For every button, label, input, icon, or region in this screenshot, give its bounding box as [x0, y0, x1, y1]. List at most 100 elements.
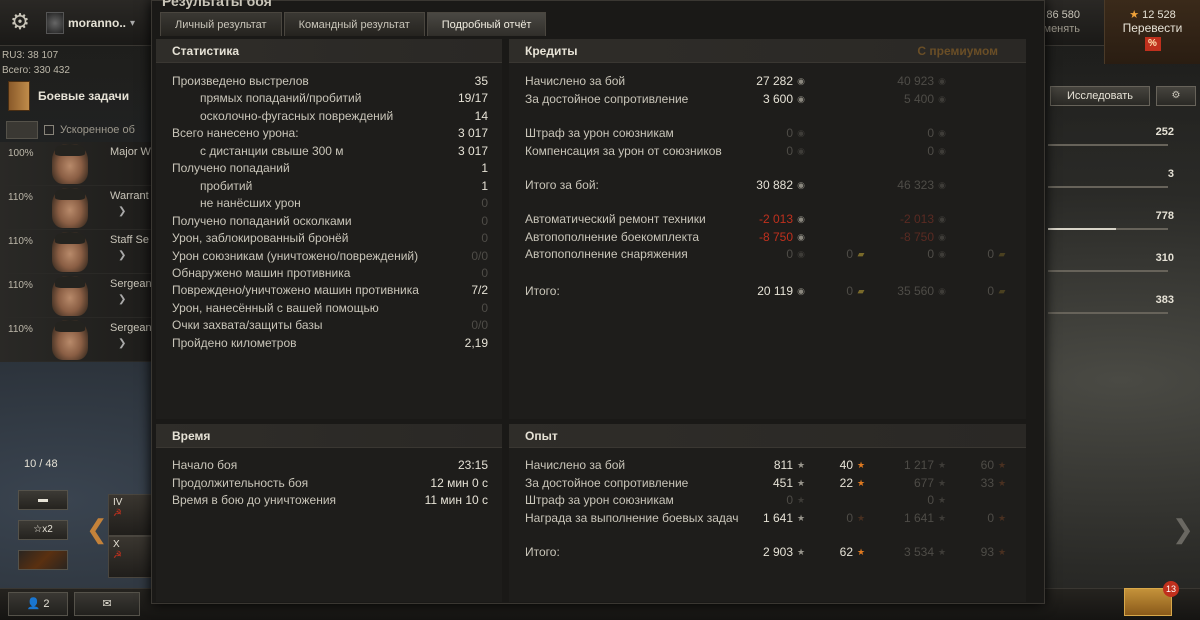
- xp-star-icon: ★: [796, 547, 806, 557]
- credits-value: 0: [786, 126, 793, 140]
- stat-label: Урон союзникам (уничтожено/повреждений): [172, 248, 419, 263]
- crew-member[interactable]: 100% Major W: [0, 142, 152, 186]
- xp-label: За достойное сопротивление: [525, 476, 689, 490]
- premium-xp-value: 3 534: [903, 545, 934, 559]
- discount-badge: %: [1144, 37, 1161, 51]
- credits-icon: ◉: [938, 128, 946, 138]
- credits-icon: ◉: [797, 76, 805, 86]
- credits-value: 27 282: [756, 74, 793, 88]
- rank-chevron-icon: ❯: [118, 206, 127, 217]
- xp-star-icon: ★: [937, 478, 947, 488]
- research-button[interactable]: Исследовать: [1050, 86, 1150, 106]
- vehicle-param: 3: [1048, 168, 1174, 188]
- tab-team[interactable]: Командный результат: [283, 12, 425, 36]
- accelerated-training[interactable]: Ускоренное об: [6, 120, 152, 140]
- xp-label: Штраф за урон союзникам: [525, 493, 674, 507]
- missions-button[interactable]: Боевые задачи: [8, 80, 150, 112]
- crew-member[interactable]: 110% Warrant ❯: [0, 186, 152, 230]
- credits-label: За достойное сопротивление: [525, 92, 689, 106]
- xp-label: Итого:: [525, 545, 560, 559]
- rating-line-1: RU3: 38 107: [2, 50, 59, 61]
- free-xp-block[interactable]: ★ 12 528 Перевести %: [1104, 0, 1200, 64]
- free-xp-value: 0: [846, 511, 853, 525]
- vehicle-slot[interactable]: X ☭: [108, 536, 152, 578]
- vehicle-param: 778: [1048, 210, 1174, 230]
- free-xp-value: 40: [839, 458, 853, 472]
- free-xp-star-icon: ★: [856, 547, 866, 557]
- param-value: 3: [1167, 168, 1174, 180]
- notifications-badge: 13: [1163, 581, 1179, 597]
- param-value: 310: [1155, 252, 1174, 264]
- personal-rating: RU3: 38 107 Всего: 330 432: [2, 48, 70, 78]
- tab-personal[interactable]: Личный результат: [160, 12, 282, 36]
- crew-member[interactable]: 110% Sergean ❯: [0, 274, 152, 318]
- experience-title: Опыт: [525, 429, 558, 443]
- credits-icon: ◉: [938, 76, 946, 86]
- premium-credits-value: -2 013: [899, 212, 934, 226]
- free-xp-star-icon: ★: [856, 513, 866, 523]
- vehicle-slot[interactable]: IV ☭: [108, 494, 152, 536]
- carousel-left-arrow-icon[interactable]: ❮: [86, 516, 108, 542]
- stat-label: не нанёсших урон: [200, 196, 301, 211]
- time-value: 11 мин 10 с: [424, 493, 488, 507]
- crew-member[interactable]: 110% Staff Se ❯: [0, 230, 152, 274]
- missions-book-icon: [8, 81, 30, 111]
- filter-button[interactable]: [18, 550, 68, 570]
- battle-results-dialog: Результаты боя Личный результат Командны…: [151, 0, 1045, 604]
- stat-label: осколочно-фугасных повреждений: [200, 108, 394, 123]
- chat-button[interactable]: ✉: [74, 592, 140, 616]
- settings-gear-icon[interactable]: ⚙: [8, 10, 32, 34]
- crew-portrait: [52, 232, 88, 272]
- credits-icon: ◉: [797, 94, 805, 104]
- param-value: 383: [1155, 294, 1174, 306]
- experience-section: Опыт Начислено за бой 811 ★ 40 ★ 1 217 ★ 60 ★ За …: [509, 424, 1026, 602]
- credits-label: Итого за бой:: [525, 178, 599, 192]
- rank-chevron-icon: ❯: [118, 250, 127, 261]
- credits-icon: ◉: [938, 232, 946, 242]
- credits-icon: ◉: [938, 286, 946, 296]
- tank-filter-button[interactable]: ▬: [18, 490, 68, 510]
- crew-rank: Sergean: [110, 278, 152, 290]
- carousel-right-arrow-icon[interactable]: ❯: [1172, 516, 1194, 542]
- stat-label: прямых попаданий/пробитий: [200, 91, 362, 106]
- param-fill: [1048, 228, 1116, 230]
- statistics-section: Статистика Произведено выстрелов 35 прямых…: [156, 39, 502, 419]
- accelerated-training-checkbox[interactable]: [44, 125, 54, 135]
- vehicle-param: 252: [1048, 126, 1174, 146]
- xp-value: 811: [773, 458, 793, 472]
- stat-label: Повреждено/уничтожено машин противника: [172, 283, 419, 298]
- xp-value: 1 641: [762, 511, 793, 525]
- convert-xp-label: Перевести: [1122, 21, 1183, 35]
- credits-icon: ◉: [938, 249, 946, 259]
- crew-member[interactable]: 110% Sergean ❯: [0, 318, 152, 362]
- xp-star-icon: ★: [796, 513, 806, 523]
- premium-xp-value: 0: [927, 493, 934, 507]
- stat-label: Урон, нанесённый с вашей помощью: [172, 300, 379, 315]
- credits-icon: ◉: [797, 232, 805, 242]
- platoon-button[interactable]: 👤 2: [8, 592, 68, 616]
- tab-detailed[interactable]: Подробный отчёт: [426, 12, 547, 36]
- credits-icon: ◉: [797, 128, 805, 138]
- vehicle-info-button[interactable]: ⚙: [1156, 86, 1196, 106]
- rating-line-2: Всего: 330 432: [2, 65, 70, 76]
- crew-list: 100% Major W 110% Warrant ❯ 110% Staff S…: [0, 142, 152, 362]
- player-menu[interactable]: moranno.. ▾: [46, 10, 138, 36]
- player-name: moranno..: [68, 16, 127, 30]
- crew-portrait: [52, 276, 88, 316]
- stat-value: 1: [481, 161, 488, 176]
- credits-value: -2 013: [758, 212, 793, 226]
- premium-credits-value: 0: [927, 247, 934, 261]
- credits-value: 20 119: [757, 284, 793, 298]
- crew-menu-button[interactable]: [6, 121, 38, 139]
- notifications-button[interactable]: 13: [1124, 581, 1179, 616]
- double-xp-filter-button[interactable]: ☆x2: [18, 520, 68, 540]
- person-icon: 👤: [26, 598, 41, 610]
- premium-credits-value: 46 323: [897, 178, 934, 192]
- stat-value: 3 017: [457, 126, 488, 141]
- free-xp-value: 22: [839, 476, 853, 490]
- credits-label: Начислено за бой: [525, 74, 626, 88]
- premium-credits-value: 5 400: [903, 92, 934, 106]
- statistics-header: Статистика: [156, 39, 502, 63]
- statistics-title: Статистика: [172, 44, 240, 58]
- stat-label: Пройдено километров: [172, 335, 297, 350]
